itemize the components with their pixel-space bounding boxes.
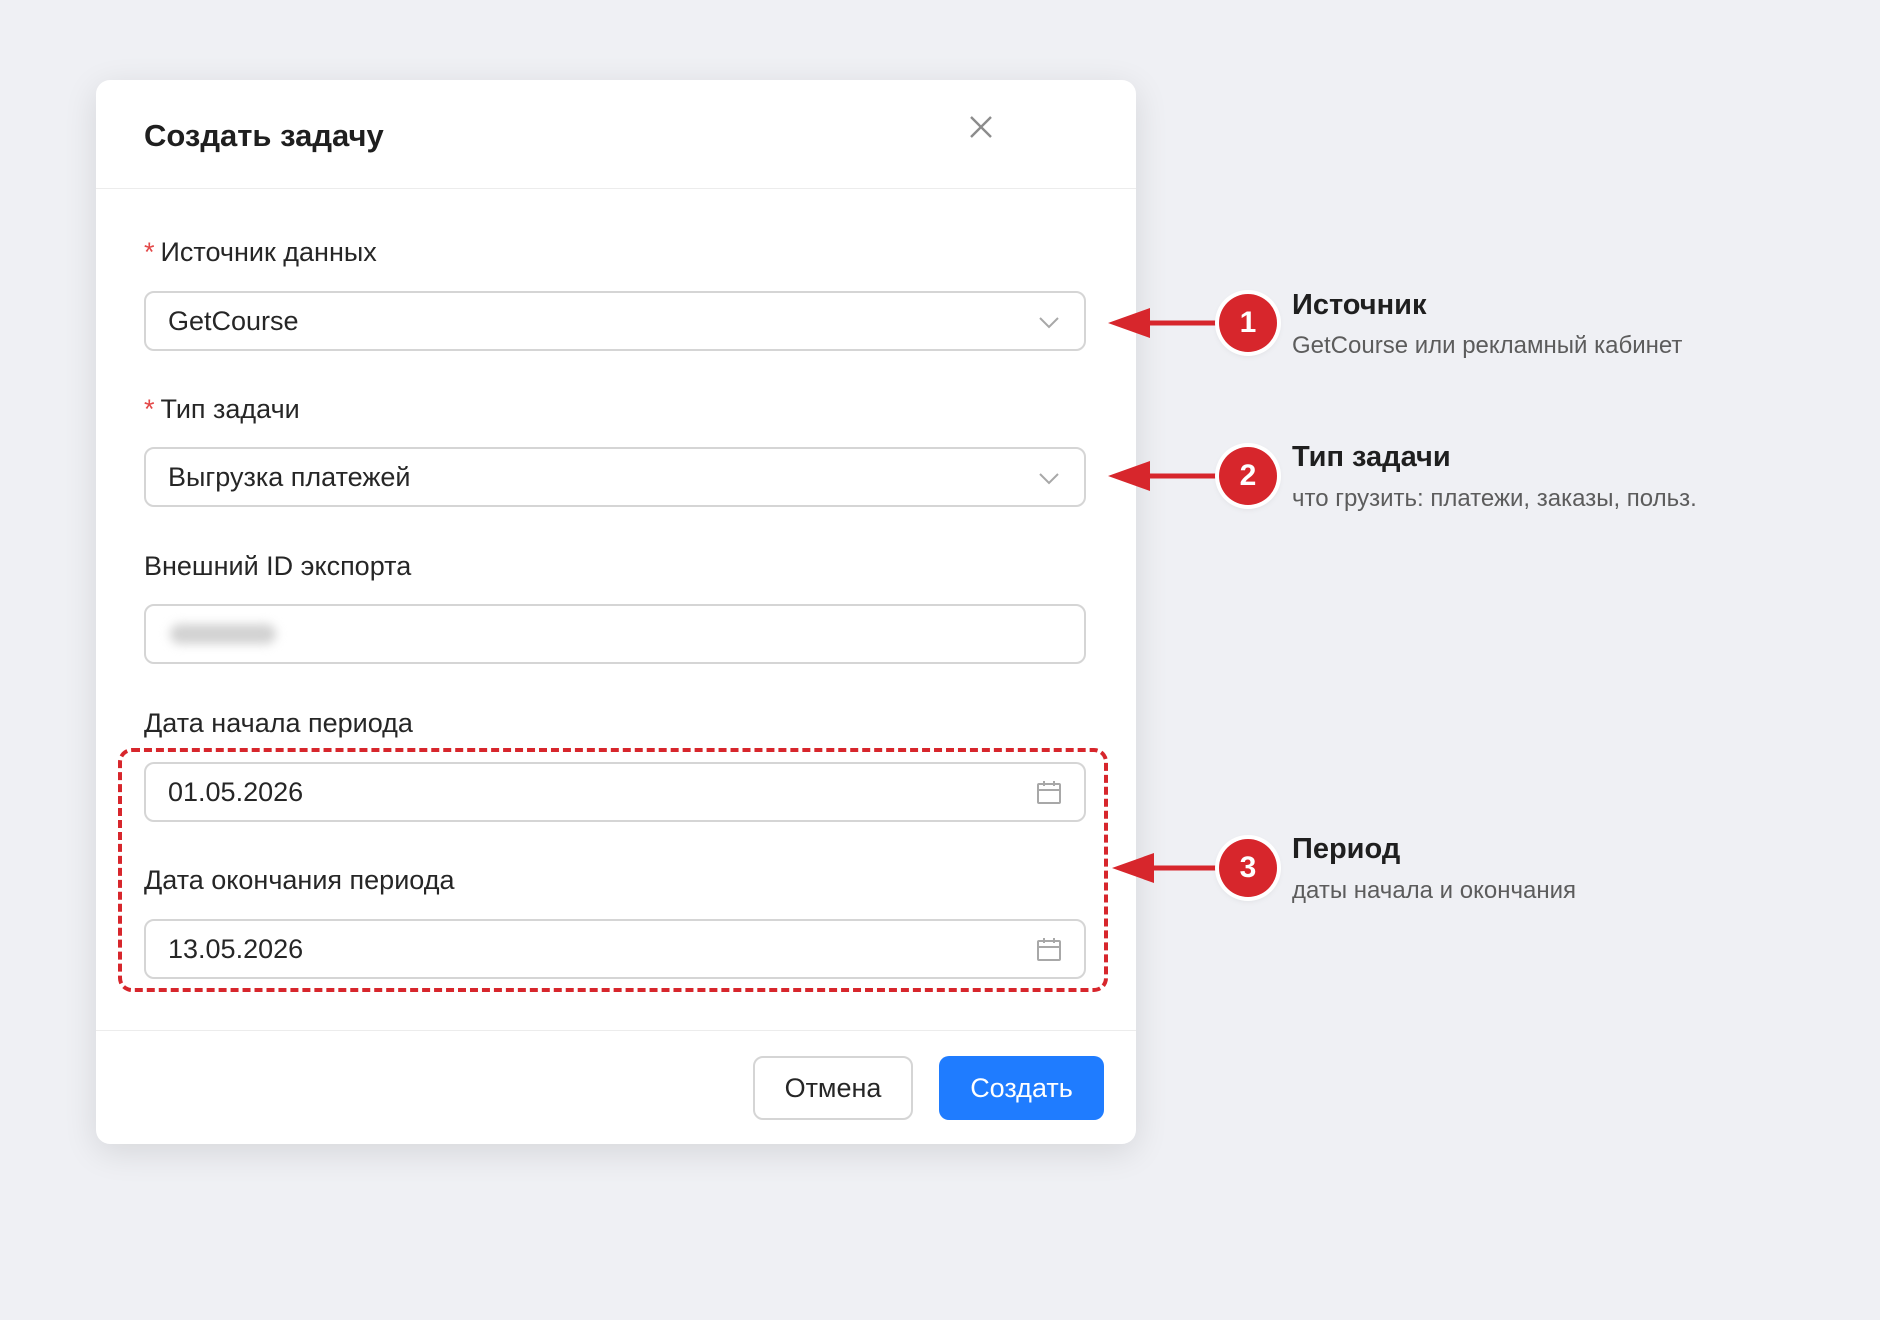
chevron-down-icon — [1036, 465, 1062, 491]
start-date-label: Дата начала периода — [144, 708, 413, 738]
required-mark: * — [144, 394, 155, 424]
annotation-badge-1: 1 — [1219, 294, 1277, 352]
annotation-desc-3: даты начала и окончания — [1292, 877, 1576, 904]
period-highlight-box — [118, 748, 1108, 992]
source-label-text: Источник данных — [160, 237, 377, 267]
source-value: GetCourse — [168, 306, 299, 336]
external-id-label: Внешний ID экспорта — [144, 551, 412, 581]
annotation-title-2: Тип задачи — [1292, 441, 1451, 473]
cancel-button[interactable]: Отмена — [753, 1056, 913, 1120]
task-type-label: * Тип задачи — [144, 394, 300, 425]
required-mark: * — [144, 237, 155, 267]
annotation-desc-2: что грузить: платежи, заказы, польз. — [1292, 485, 1697, 512]
task-type-label-text: Тип задачи — [160, 394, 300, 424]
annotation-title-1: Источник — [1292, 289, 1427, 321]
close-icon[interactable] — [966, 112, 996, 142]
source-select[interactable]: GetCourse — [144, 291, 1086, 351]
external-id-input[interactable] — [144, 604, 1086, 664]
task-type-value: Выгрузка платежей — [168, 462, 411, 492]
source-label: * Источник данных — [144, 237, 377, 268]
annotation-badge-2: 2 — [1219, 447, 1277, 505]
modal-footer — [96, 1030, 1136, 1031]
annotation-title-3: Период — [1292, 833, 1401, 865]
annotation-desc-1: GetCourse или рекламный кабинет — [1292, 332, 1683, 359]
annotation-badge-3: 3 — [1219, 839, 1277, 897]
task-type-select[interactable]: Выгрузка платежей — [144, 447, 1086, 507]
modal-title: Создать задачу — [144, 118, 384, 153]
create-button[interactable]: Создать — [939, 1056, 1104, 1120]
blurred-value — [170, 624, 276, 644]
chevron-down-icon — [1036, 309, 1062, 335]
